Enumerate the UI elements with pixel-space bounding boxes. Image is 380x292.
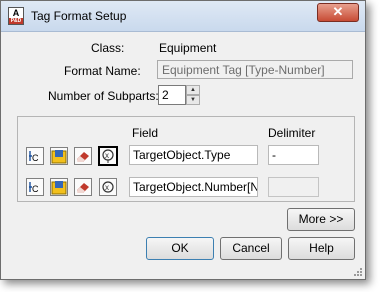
svg-text:C: C — [32, 184, 39, 194]
expression-icon: x — [102, 149, 114, 163]
help-button[interactable]: Help — [288, 237, 355, 260]
object-property-icon: C — [29, 182, 39, 194]
subparts-group: Field Delimiter C x TargetObject.Type - … — [17, 116, 355, 202]
ok-button[interactable]: OK — [146, 237, 214, 260]
object-property-button[interactable]: C — [26, 178, 44, 196]
eraser-icon — [77, 152, 89, 162]
eraser-icon — [77, 183, 89, 193]
subparts-stepper[interactable]: 2 ▲ ▼ — [158, 85, 200, 105]
tag-format-setup-dialog: A P&D Tag Format Setup ✕ Class: Equipmen… — [0, 0, 366, 280]
field-input-2[interactable]: TargetObject.Number[NNN] — [129, 177, 258, 197]
class-label: Class: — [91, 41, 125, 55]
eraser-button[interactable] — [74, 147, 92, 165]
close-icon: ✕ — [332, 4, 344, 19]
field-column-header: Field — [132, 126, 159, 140]
resize-grip-icon[interactable] — [352, 266, 362, 276]
folder-list-icon — [51, 150, 67, 164]
eraser-button[interactable] — [74, 178, 92, 196]
folder-list-button[interactable] — [50, 147, 68, 165]
window-title: Tag Format Setup — [31, 9, 127, 23]
spin-down-icon[interactable]: ▼ — [186, 95, 200, 105]
cancel-button[interactable]: Cancel — [220, 237, 282, 260]
svg-text:x: x — [105, 183, 109, 192]
field-input-1[interactable]: TargetObject.Type — [129, 145, 258, 165]
delimiter-input-1[interactable]: - — [268, 145, 319, 165]
more-button[interactable]: More >> — [287, 208, 355, 231]
format-name-field[interactable]: Equipment Tag [Type-Number] — [157, 60, 353, 79]
folder-list-button[interactable] — [50, 178, 68, 196]
svg-text:C: C — [32, 153, 39, 163]
subparts-value[interactable]: 2 — [158, 85, 186, 105]
title-bar: A P&D Tag Format Setup ✕ — [1, 1, 365, 32]
object-property-icon: C — [29, 151, 39, 163]
expression-icon: x — [102, 181, 114, 193]
spin-up-icon[interactable]: ▲ — [186, 85, 200, 95]
subparts-label: Number of Subparts: — [48, 89, 159, 103]
object-property-button[interactable]: C — [26, 147, 44, 165]
delimiter-input-2 — [268, 177, 319, 197]
folder-list-icon — [51, 181, 67, 195]
close-button[interactable]: ✕ — [317, 3, 359, 22]
format-name-label: Format Name: — [64, 64, 141, 78]
class-value: Equipment — [159, 41, 217, 55]
app-icon: A P&D — [8, 7, 24, 25]
svg-text:x: x — [105, 151, 109, 160]
delimiter-column-header: Delimiter — [268, 126, 316, 140]
expression-button[interactable]: x — [99, 178, 117, 196]
expression-button[interactable]: x — [98, 146, 118, 166]
